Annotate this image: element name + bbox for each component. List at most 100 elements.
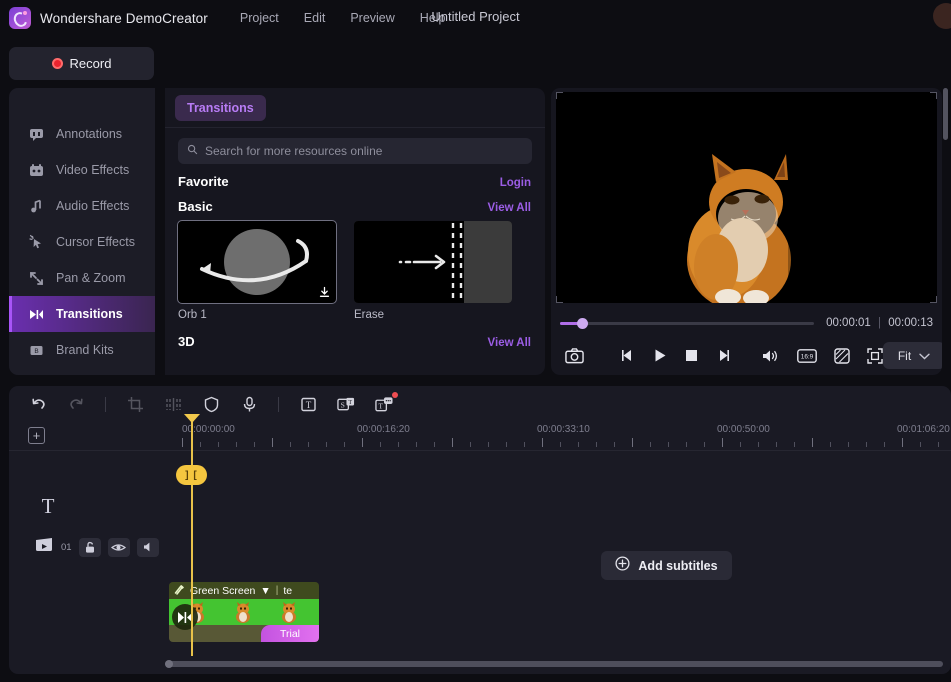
time-display: 00:00:01 | 00:00:13 <box>826 317 933 329</box>
total-time: 00:00:13 <box>888 317 933 329</box>
annotations-icon <box>28 126 45 143</box>
stage-corner-handle[interactable] <box>930 296 937 303</box>
prev-frame-icon[interactable] <box>620 348 635 363</box>
record-button[interactable]: Record <box>9 47 154 80</box>
sticker-text-icon[interactable]: ST <box>337 395 355 413</box>
crop-icon[interactable] <box>126 395 144 413</box>
playhead-handle[interactable] <box>184 414 200 423</box>
stage-corner-handle[interactable] <box>556 92 563 99</box>
caption-icon[interactable]: T <box>375 392 398 413</box>
voiceover-icon[interactable] <box>240 395 258 413</box>
add-track-button[interactable]: + <box>28 427 45 444</box>
download-icon[interactable] <box>318 286 331 299</box>
ruler-label: 00:00:16:20 <box>357 424 410 435</box>
render-icon[interactable] <box>834 347 850 364</box>
section-3d: 3D View All <box>165 321 545 349</box>
menu-item-preview[interactable]: Preview <box>350 11 394 25</box>
timeline-horizontal-scrollbar[interactable] <box>165 660 943 668</box>
title-bar: Wondershare DemoCreator Project Edit Pre… <box>0 0 951 36</box>
lock-icon[interactable] <box>78 537 101 557</box>
add-subtitles-button[interactable]: Add subtitles <box>601 551 732 580</box>
sidebar-item-video-effects[interactable]: Video Effects <box>9 152 155 188</box>
plus-circle-icon <box>615 555 630 576</box>
pan-zoom-icon <box>28 270 45 287</box>
transition-name: Orb 1 <box>178 309 207 321</box>
seek-slider[interactable] <box>560 317 815 329</box>
sidebar-item-annotations[interactable]: Annotations <box>9 116 155 152</box>
playhead-transition-badge[interactable]: ] [ <box>176 465 207 485</box>
next-frame-icon[interactable] <box>716 348 731 363</box>
volume-icon[interactable] <box>761 348 779 364</box>
sidebar-item-cursor-effects[interactable]: Cursor Effects <box>9 224 155 260</box>
redo-icon[interactable] <box>67 395 85 413</box>
transition-card-erase[interactable]: Erase <box>354 221 512 321</box>
tab-transitions[interactable]: Transitions <box>175 94 266 121</box>
stage-corner-handle[interactable] <box>930 92 937 99</box>
timeline-ruler[interactable]: 00:00:00:00 00:00:16:20 00:00:33:10 00:0… <box>168 422 951 450</box>
fit-dropdown[interactable]: Fit <box>883 342 942 369</box>
stop-icon[interactable] <box>685 349 698 362</box>
playhead[interactable]: ] [ <box>176 414 207 656</box>
seek-handle[interactable] <box>576 317 588 329</box>
text-icon[interactable]: T <box>299 395 317 413</box>
resource-panel-scrollbar[interactable] <box>943 88 948 140</box>
play-icon[interactable] <box>653 348 667 363</box>
login-link[interactable]: Login <box>500 177 531 189</box>
sidebar-item-label: Brand Kits <box>56 343 114 357</box>
avatar[interactable] <box>933 3 951 29</box>
time-separator: | <box>878 317 882 329</box>
video-effects-icon <box>28 162 45 179</box>
clip-title: Green Screen <box>190 584 256 597</box>
clip-dropdown-icon[interactable]: ▼ <box>260 585 270 597</box>
eye-icon[interactable] <box>107 537 130 557</box>
svg-text:B: B <box>34 348 38 355</box>
green-screen-icon <box>174 582 185 599</box>
cursor-effects-icon <box>28 234 45 251</box>
preview-player: 00:00:01 | 00:00:13 16:9 Fit <box>551 88 942 375</box>
erase-transition-thumb <box>354 221 512 303</box>
sidebar-item-transitions[interactable]: Transitions <box>9 296 155 332</box>
audio-effects-icon <box>28 198 45 215</box>
sidebar-item-pan-zoom[interactable]: Pan & Zoom <box>9 260 155 296</box>
snapshot-icon[interactable] <box>565 347 584 364</box>
menu-item-project[interactable]: Project <box>240 11 279 25</box>
mask-icon[interactable] <box>202 395 220 413</box>
section-favorite: Favorite Login <box>165 164 545 189</box>
scrollbar-handle[interactable] <box>165 660 173 668</box>
view-all-link-basic[interactable]: View All <box>488 202 531 214</box>
fit-label: Fit <box>897 348 912 363</box>
clip-transition-icon[interactable] <box>172 604 198 630</box>
playhead-badge-label: ] [ <box>185 469 198 481</box>
split-icon[interactable] <box>164 395 182 413</box>
clip-divider: | <box>275 585 279 596</box>
view-all-link-3d[interactable]: View All <box>488 337 531 349</box>
video-stage[interactable] <box>556 92 937 303</box>
aspect-ratio-icon[interactable]: 16:9 <box>797 348 817 363</box>
menu-item-edit[interactable]: Edit <box>304 11 326 25</box>
timeline-ruler-row: + 00:00:00:00 00:00:16:20 00:00:33:10 00… <box>9 422 951 450</box>
record-button-label: Record <box>69 56 112 71</box>
text-track-icon[interactable]: T <box>37 494 59 523</box>
undo-icon[interactable] <box>29 395 47 413</box>
sidebar-item-label: Audio Effects <box>56 199 130 213</box>
svg-text:16:9: 16:9 <box>801 353 814 360</box>
add-subtitles-label: Add subtitles <box>638 558 718 573</box>
search-area: Search for more resources online <box>165 128 545 164</box>
section-title: 3D <box>178 334 195 349</box>
search-icon <box>187 142 198 160</box>
sidebar-item-brand-kits[interactable]: B Brand Kits <box>9 332 155 368</box>
app-logo-icon <box>9 7 31 29</box>
svg-text:T: T <box>348 400 352 406</box>
mute-icon[interactable] <box>136 537 159 557</box>
menu-item-help[interactable]: Help <box>420 11 446 25</box>
fullscreen-icon[interactable] <box>867 347 883 364</box>
chevron-down-icon <box>919 347 930 365</box>
stage-corner-handle[interactable] <box>556 296 563 303</box>
orb-transition-thumb <box>177 220 337 304</box>
sidebar-item-audio-effects[interactable]: Audio Effects <box>9 188 155 224</box>
main-menu: Project Edit Preview Help <box>240 11 446 25</box>
timeline-panel: T ST T + 00:00:00:00 00:00:16:20 00:00:3… <box>9 386 951 674</box>
transition-card-orb1[interactable]: Orb 1 <box>177 220 337 321</box>
search-input[interactable]: Search for more resources online <box>178 138 532 164</box>
track-divider <box>9 450 951 451</box>
